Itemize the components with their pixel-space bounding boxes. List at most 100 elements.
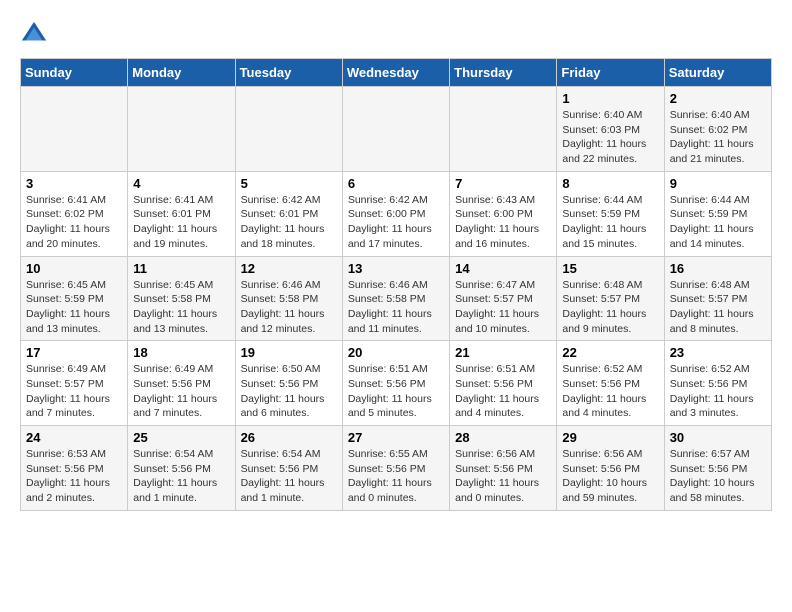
header-day-saturday: Saturday xyxy=(664,59,771,87)
calendar-cell: 8 Sunrise: 6:44 AM Sunset: 5:59 PM Daylig… xyxy=(557,171,664,256)
calendar-cell: 4 Sunrise: 6:41 AM Sunset: 6:01 PM Daylig… xyxy=(128,171,235,256)
day-number: 18 xyxy=(133,345,229,360)
logo-icon xyxy=(20,20,48,48)
header-day-friday: Friday xyxy=(557,59,664,87)
logo xyxy=(20,20,52,48)
calendar-cell xyxy=(128,87,235,172)
calendar-cell: 30 Sunrise: 6:57 AM Sunset: 5:56 PM Dayli… xyxy=(664,426,771,511)
day-info: Sunrise: 6:45 AM Sunset: 5:58 PM Dayligh… xyxy=(133,278,229,337)
day-info: Sunrise: 6:52 AM Sunset: 5:56 PM Dayligh… xyxy=(670,362,766,421)
day-number: 6 xyxy=(348,176,444,191)
calendar-cell: 22Sunrise: 6:52 AM Sunset: 5:56 PM Dayli… xyxy=(557,341,664,426)
calendar-cell: 28 Sunrise: 6:56 AM Sunset: 5:56 PM Dayli… xyxy=(450,426,557,511)
day-info: Sunrise: 6:51 AM Sunset: 5:56 PM Dayligh… xyxy=(455,362,551,421)
calendar-cell: 23 Sunrise: 6:52 AM Sunset: 5:56 PM Dayli… xyxy=(664,341,771,426)
day-number: 14 xyxy=(455,261,551,276)
calendar-cell xyxy=(21,87,128,172)
calendar-cell: 17 Sunrise: 6:49 AM Sunset: 5:57 PM Dayli… xyxy=(21,341,128,426)
day-number: 24 xyxy=(26,430,122,445)
calendar-cell xyxy=(342,87,449,172)
calendar-cell: 12 Sunrise: 6:46 AM Sunset: 5:58 PM Dayli… xyxy=(235,256,342,341)
day-number: 27 xyxy=(348,430,444,445)
calendar-header: SundayMondayTuesdayWednesdayThursdayFrid… xyxy=(21,59,772,87)
day-number: 28 xyxy=(455,430,551,445)
day-number: 12 xyxy=(241,261,337,276)
day-number: 13 xyxy=(348,261,444,276)
day-info: Sunrise: 6:44 AM Sunset: 5:59 PM Dayligh… xyxy=(670,193,766,252)
calendar-cell: 1 Sunrise: 6:40 AM Sunset: 6:03 PM Daylig… xyxy=(557,87,664,172)
day-info: Sunrise: 6:40 AM Sunset: 6:02 PM Dayligh… xyxy=(670,108,766,167)
day-info: Sunrise: 6:50 AM Sunset: 5:56 PM Dayligh… xyxy=(241,362,337,421)
day-number: 15 xyxy=(562,261,658,276)
day-info: Sunrise: 6:56 AM Sunset: 5:56 PM Dayligh… xyxy=(562,447,658,506)
calendar-cell: 18 Sunrise: 6:49 AM Sunset: 5:56 PM Dayli… xyxy=(128,341,235,426)
calendar-cell: 11 Sunrise: 6:45 AM Sunset: 5:58 PM Dayli… xyxy=(128,256,235,341)
day-info: Sunrise: 6:46 AM Sunset: 5:58 PM Dayligh… xyxy=(348,278,444,337)
calendar-cell: 6 Sunrise: 6:42 AM Sunset: 6:00 PM Daylig… xyxy=(342,171,449,256)
day-number: 29 xyxy=(562,430,658,445)
day-info: Sunrise: 6:48 AM Sunset: 5:57 PM Dayligh… xyxy=(670,278,766,337)
day-info: Sunrise: 6:47 AM Sunset: 5:57 PM Dayligh… xyxy=(455,278,551,337)
calendar-table: SundayMondayTuesdayWednesdayThursdayFrid… xyxy=(20,58,772,511)
day-info: Sunrise: 6:48 AM Sunset: 5:57 PM Dayligh… xyxy=(562,278,658,337)
header-row: SundayMondayTuesdayWednesdayThursdayFrid… xyxy=(21,59,772,87)
week-row-3: 10Sunrise: 6:45 AM Sunset: 5:59 PM Dayli… xyxy=(21,256,772,341)
day-number: 3 xyxy=(26,176,122,191)
day-number: 21 xyxy=(455,345,551,360)
calendar-cell xyxy=(450,87,557,172)
day-number: 23 xyxy=(670,345,766,360)
day-number: 7 xyxy=(455,176,551,191)
day-number: 2 xyxy=(670,91,766,106)
calendar-cell: 19Sunrise: 6:50 AM Sunset: 5:56 PM Dayli… xyxy=(235,341,342,426)
day-info: Sunrise: 6:57 AM Sunset: 5:56 PM Dayligh… xyxy=(670,447,766,506)
calendar-cell: 14 Sunrise: 6:47 AM Sunset: 5:57 PM Dayli… xyxy=(450,256,557,341)
calendar-cell: 20Sunrise: 6:51 AM Sunset: 5:56 PM Dayli… xyxy=(342,341,449,426)
day-info: Sunrise: 6:42 AM Sunset: 6:01 PM Dayligh… xyxy=(241,193,337,252)
calendar-cell: 29 Sunrise: 6:56 AM Sunset: 5:56 PM Dayli… xyxy=(557,426,664,511)
calendar-body: 1 Sunrise: 6:40 AM Sunset: 6:03 PM Daylig… xyxy=(21,87,772,511)
day-info: Sunrise: 6:43 AM Sunset: 6:00 PM Dayligh… xyxy=(455,193,551,252)
header-day-tuesday: Tuesday xyxy=(235,59,342,87)
day-number: 30 xyxy=(670,430,766,445)
calendar-cell: 10Sunrise: 6:45 AM Sunset: 5:59 PM Dayli… xyxy=(21,256,128,341)
day-number: 25 xyxy=(133,430,229,445)
day-info: Sunrise: 6:52 AM Sunset: 5:56 PM Dayligh… xyxy=(562,362,658,421)
header-day-sunday: Sunday xyxy=(21,59,128,87)
day-info: Sunrise: 6:53 AM Sunset: 5:56 PM Dayligh… xyxy=(26,447,122,506)
day-info: Sunrise: 6:54 AM Sunset: 5:56 PM Dayligh… xyxy=(241,447,337,506)
day-info: Sunrise: 6:41 AM Sunset: 6:02 PM Dayligh… xyxy=(26,193,122,252)
day-number: 17 xyxy=(26,345,122,360)
calendar-cell: 26 Sunrise: 6:54 AM Sunset: 5:56 PM Dayli… xyxy=(235,426,342,511)
day-info: Sunrise: 6:46 AM Sunset: 5:58 PM Dayligh… xyxy=(241,278,337,337)
calendar-cell: 5 Sunrise: 6:42 AM Sunset: 6:01 PM Daylig… xyxy=(235,171,342,256)
day-info: Sunrise: 6:49 AM Sunset: 5:56 PM Dayligh… xyxy=(133,362,229,421)
calendar-cell: 3 Sunrise: 6:41 AM Sunset: 6:02 PM Daylig… xyxy=(21,171,128,256)
day-number: 10 xyxy=(26,261,122,276)
day-number: 26 xyxy=(241,430,337,445)
day-info: Sunrise: 6:55 AM Sunset: 5:56 PM Dayligh… xyxy=(348,447,444,506)
day-info: Sunrise: 6:41 AM Sunset: 6:01 PM Dayligh… xyxy=(133,193,229,252)
day-number: 1 xyxy=(562,91,658,106)
day-info: Sunrise: 6:51 AM Sunset: 5:56 PM Dayligh… xyxy=(348,362,444,421)
day-number: 11 xyxy=(133,261,229,276)
day-info: Sunrise: 6:42 AM Sunset: 6:00 PM Dayligh… xyxy=(348,193,444,252)
day-info: Sunrise: 6:44 AM Sunset: 5:59 PM Dayligh… xyxy=(562,193,658,252)
header-day-monday: Monday xyxy=(128,59,235,87)
header-day-thursday: Thursday xyxy=(450,59,557,87)
calendar-cell: 15 Sunrise: 6:48 AM Sunset: 5:57 PM Dayli… xyxy=(557,256,664,341)
day-number: 4 xyxy=(133,176,229,191)
week-row-5: 24 Sunrise: 6:53 AM Sunset: 5:56 PM Dayli… xyxy=(21,426,772,511)
day-number: 8 xyxy=(562,176,658,191)
calendar-cell: 27 Sunrise: 6:55 AM Sunset: 5:56 PM Dayli… xyxy=(342,426,449,511)
day-info: Sunrise: 6:40 AM Sunset: 6:03 PM Dayligh… xyxy=(562,108,658,167)
calendar-cell: 9Sunrise: 6:44 AM Sunset: 5:59 PM Daylig… xyxy=(664,171,771,256)
calendar-cell: 2 Sunrise: 6:40 AM Sunset: 6:02 PM Daylig… xyxy=(664,87,771,172)
calendar-cell: 21 Sunrise: 6:51 AM Sunset: 5:56 PM Dayli… xyxy=(450,341,557,426)
day-info: Sunrise: 6:49 AM Sunset: 5:57 PM Dayligh… xyxy=(26,362,122,421)
calendar-cell xyxy=(235,87,342,172)
calendar-cell: 13 Sunrise: 6:46 AM Sunset: 5:58 PM Dayli… xyxy=(342,256,449,341)
day-info: Sunrise: 6:56 AM Sunset: 5:56 PM Dayligh… xyxy=(455,447,551,506)
day-number: 5 xyxy=(241,176,337,191)
day-number: 16 xyxy=(670,261,766,276)
calendar-cell: 7 Sunrise: 6:43 AM Sunset: 6:00 PM Daylig… xyxy=(450,171,557,256)
